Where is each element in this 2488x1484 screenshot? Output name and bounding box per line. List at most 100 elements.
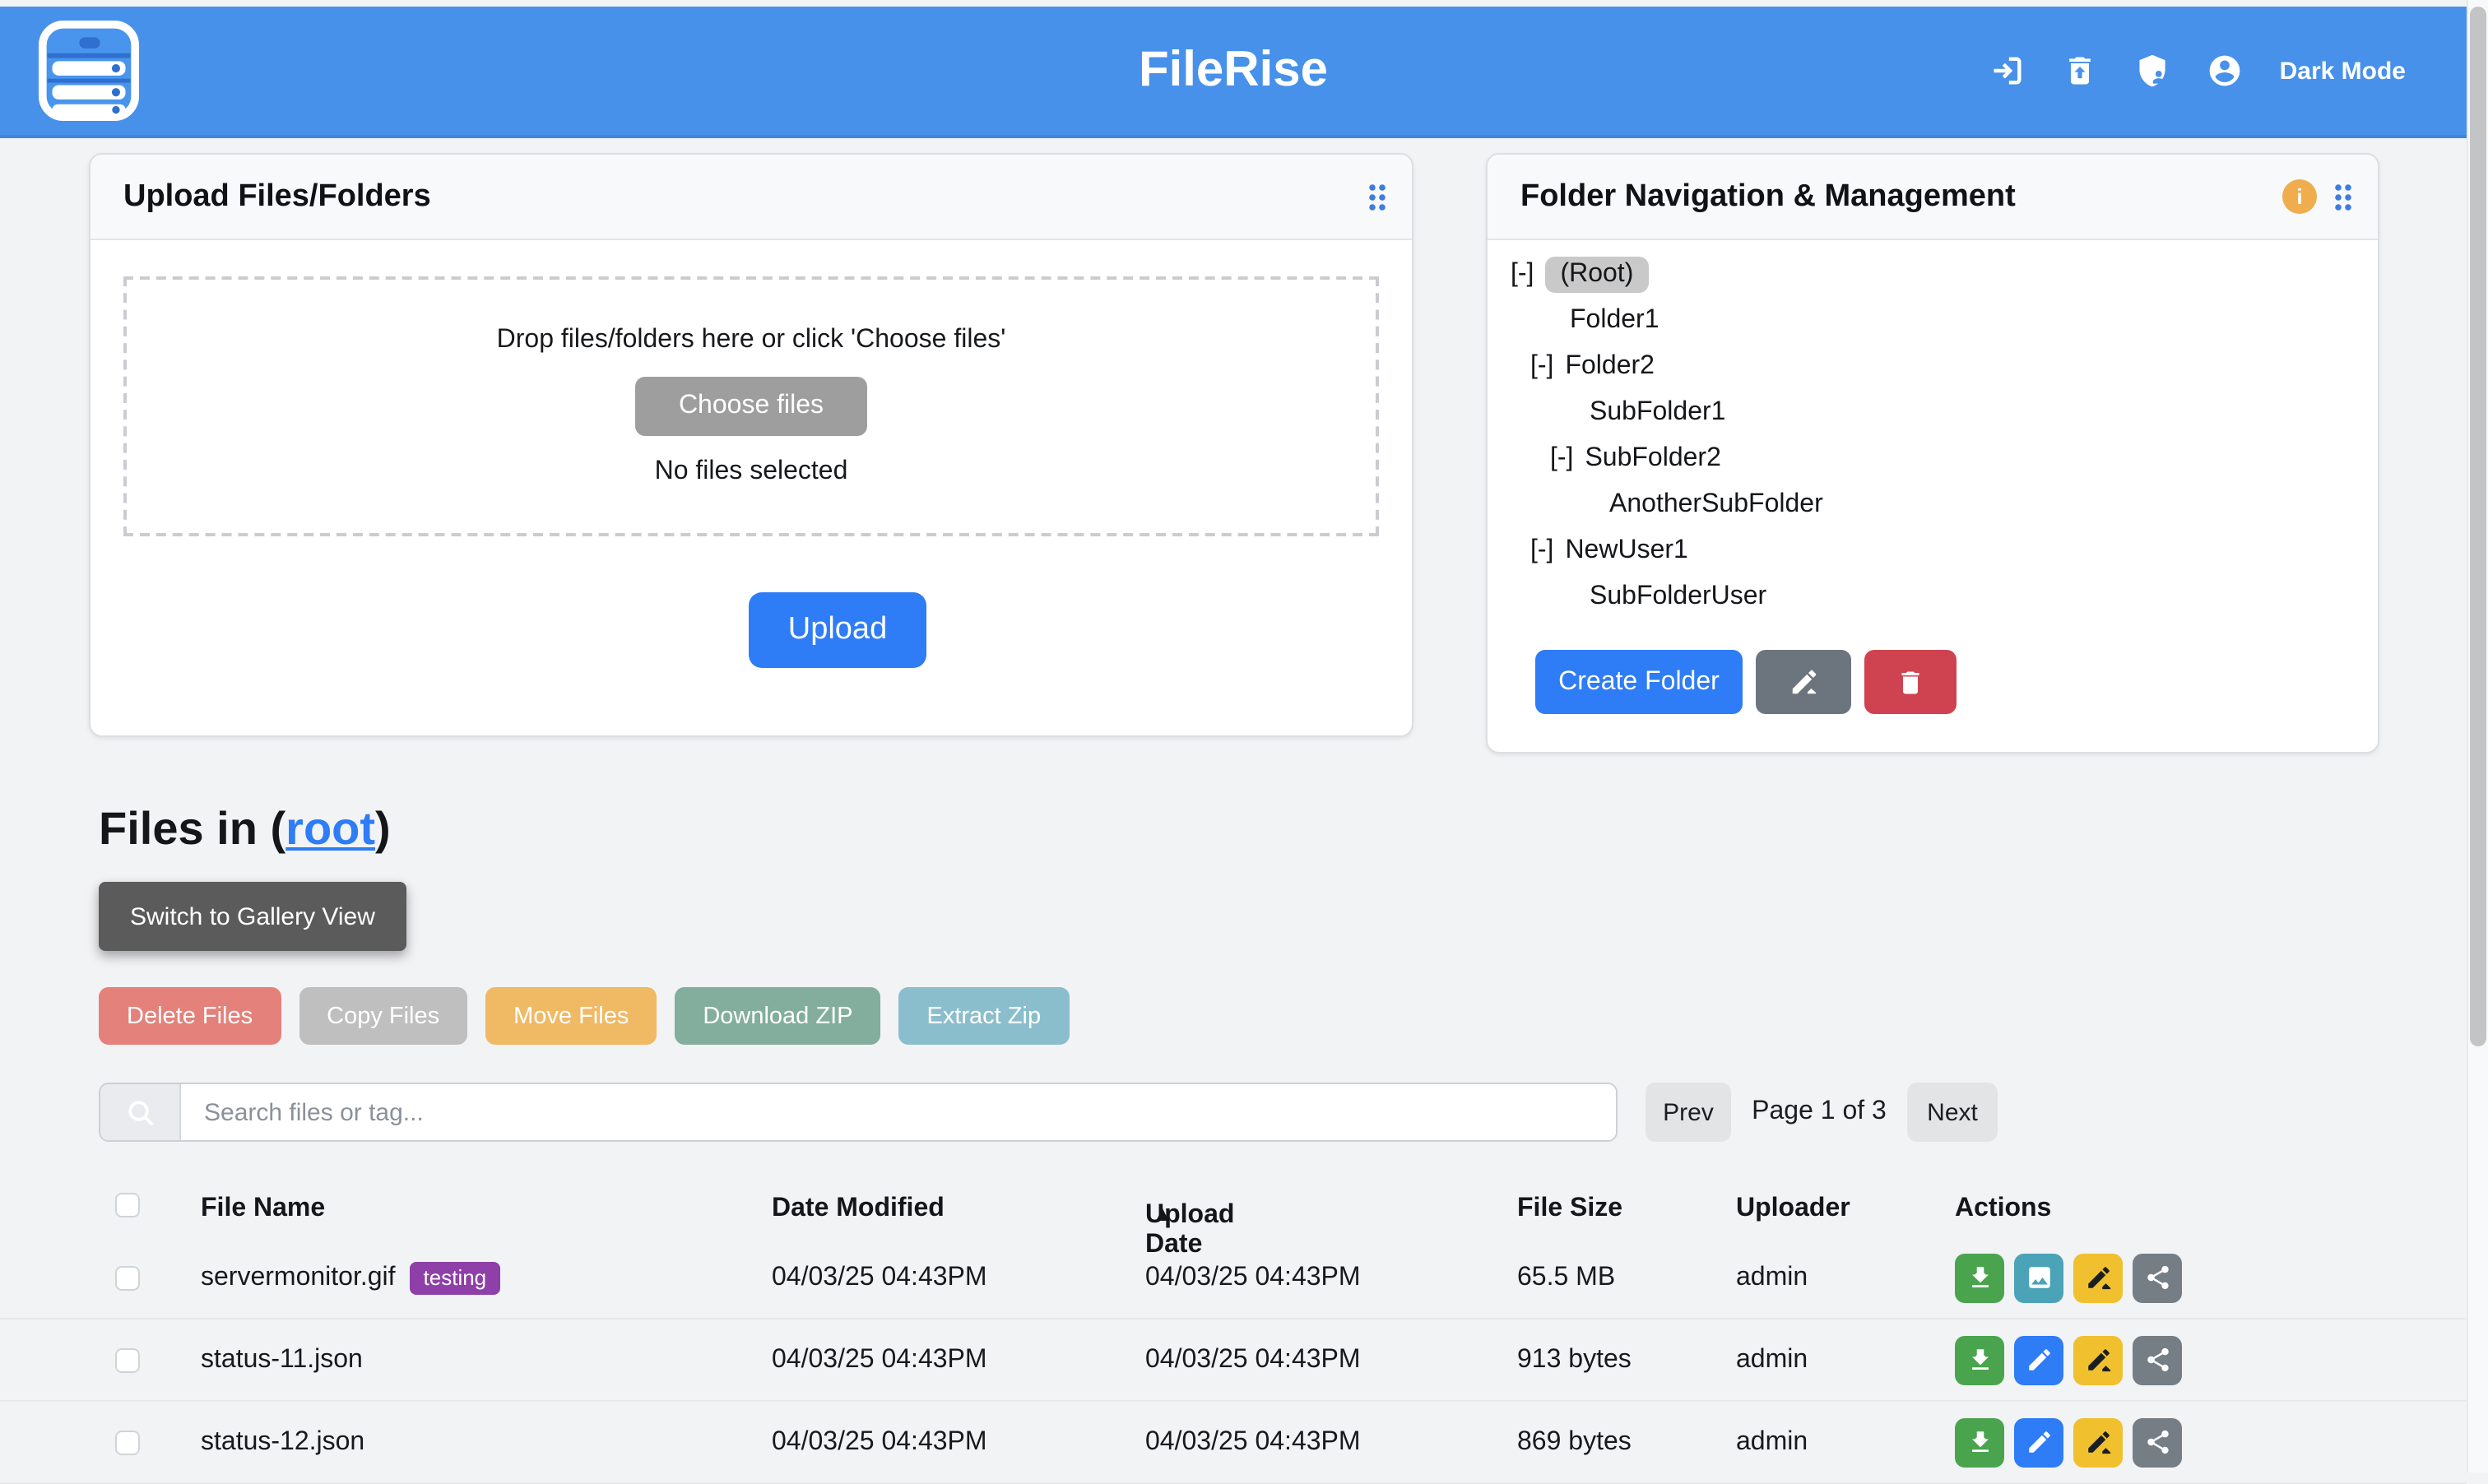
folder-tree-item[interactable]: Folder1: [1488, 298, 2378, 344]
drag-handle-icon[interactable]: [2332, 180, 2355, 213]
scrollbar-track[interactable]: [2467, 0, 2488, 1472]
choose-files-button[interactable]: Choose files: [636, 377, 866, 436]
rename-button[interactable]: [2073, 1335, 2123, 1384]
select-all-checkbox[interactable]: [115, 1193, 140, 1217]
folder-name[interactable]: SubFolderUser: [1590, 582, 1766, 612]
download-button[interactable]: [1955, 1417, 2004, 1467]
table-row: status-11.json04/03/25 04:43PM04/03/25 0…: [0, 1319, 2467, 1402]
extract-zip-button[interactable]: Extract Zip: [899, 987, 1070, 1045]
download-icon: [1966, 1264, 1994, 1292]
folder-name[interactable]: Folder2: [1565, 352, 1655, 382]
download-button[interactable]: [1955, 1335, 2004, 1384]
next-page-button[interactable]: Next: [1907, 1083, 1998, 1142]
file-name[interactable]: status-11.json: [201, 1345, 363, 1375]
table-header-row: File Name Date Modified Upload Date▲ Fil…: [0, 1188, 2467, 1237]
row-actions: [1955, 1335, 2182, 1384]
folder-tree-item[interactable]: [-] SubFolder2: [1488, 436, 2378, 482]
share-button[interactable]: [2133, 1335, 2182, 1384]
col-uploader[interactable]: Uploader: [1736, 1194, 1850, 1224]
tree-toggle[interactable]: [-]: [1530, 352, 1553, 382]
tree-toggle[interactable]: [-]: [1550, 444, 1573, 474]
share-icon: [2143, 1346, 2171, 1374]
prev-page-button[interactable]: Prev: [1646, 1083, 1731, 1142]
col-file-size[interactable]: File Size: [1517, 1194, 1622, 1224]
folder-name[interactable]: Folder1: [1570, 306, 1659, 336]
gallery-view-toggle-button[interactable]: Switch to Gallery View: [99, 882, 406, 951]
file-name[interactable]: servermonitor.gif: [201, 1263, 396, 1292]
upload-card: Upload Files/Folders Drop files/folders …: [89, 153, 1413, 737]
search-bar: [99, 1083, 1618, 1142]
folder-name[interactable]: NewUser1: [1565, 536, 1687, 566]
file-tag-badge: testing: [411, 1261, 500, 1294]
upload-date: 04/03/25 04:43PM: [1145, 1263, 1361, 1292]
col-file-name[interactable]: File Name: [201, 1194, 325, 1224]
col-actions: Actions: [1955, 1194, 2051, 1224]
folder-card-header: Folder Navigation & Management i: [1488, 155, 2378, 240]
row-actions: [1955, 1417, 2182, 1467]
rename-folder-button[interactable]: [1756, 650, 1851, 714]
file-name[interactable]: status-12.json: [201, 1427, 364, 1457]
folder-navigation-card: Folder Navigation & Management i [-] (Roo…: [1486, 153, 2379, 754]
uploader: admin: [1736, 1345, 1808, 1375]
folder-tree-item[interactable]: SubFolder1: [1488, 390, 2378, 436]
preview-button[interactable]: [2014, 1253, 2063, 1302]
share-icon: [2143, 1428, 2171, 1456]
uploader: admin: [1736, 1263, 1808, 1292]
folder-tree-item[interactable]: [-] NewUser1: [1488, 528, 2378, 574]
row-checkbox[interactable]: [115, 1430, 140, 1454]
rename-pen-icon: [2084, 1346, 2112, 1374]
row-checkbox[interactable]: [115, 1265, 140, 1290]
download-button[interactable]: [1955, 1253, 2004, 1302]
folder-tree-item[interactable]: SubFolderUser: [1488, 574, 2378, 620]
move-files-button[interactable]: Move Files: [485, 987, 657, 1045]
admin-shield-icon[interactable]: [2135, 53, 2171, 89]
rename-pen-icon: [2084, 1428, 2112, 1456]
search-input[interactable]: [181, 1084, 1616, 1140]
share-button[interactable]: [2133, 1253, 2182, 1302]
create-folder-button[interactable]: Create Folder: [1535, 650, 1743, 714]
share-button[interactable]: [2133, 1417, 2182, 1467]
no-files-selected-text: No files selected: [655, 457, 848, 487]
date-modified: 04/03/25 04:43PM: [772, 1345, 987, 1375]
rename-button[interactable]: [2073, 1417, 2123, 1467]
folder-tree-item[interactable]: [-] Folder2: [1488, 344, 2378, 390]
folder-tree-item[interactable]: [-] (Root): [1488, 252, 2378, 298]
folder-name[interactable]: AnotherSubFolder: [1609, 490, 1823, 520]
copy-files-button[interactable]: Copy Files: [299, 987, 467, 1045]
info-icon[interactable]: i: [2282, 179, 2317, 214]
account-circle-icon[interactable]: [2207, 53, 2244, 89]
app-header: FileRise Dark Mode: [0, 7, 2467, 138]
search-button[interactable]: [100, 1084, 181, 1140]
folder-name[interactable]: (Root): [1545, 257, 1648, 293]
rename-button[interactable]: [2073, 1253, 2123, 1302]
tree-toggle[interactable]: [-]: [1511, 260, 1534, 290]
edit-button[interactable]: [2014, 1335, 2063, 1384]
row-checkbox[interactable]: [115, 1347, 140, 1372]
edit-button[interactable]: [2014, 1417, 2063, 1467]
pen-icon: [1788, 666, 1819, 698]
restore-trash-icon[interactable]: [2063, 53, 2099, 89]
scrollbar-thumb[interactable]: [2470, 7, 2486, 1046]
folder-name[interactable]: SubFolder2: [1585, 444, 1720, 474]
files-heading: Files in (root): [99, 803, 391, 856]
upload-button[interactable]: Upload: [749, 592, 926, 668]
table-row: status-12.json04/03/25 04:43PM04/03/25 0…: [0, 1402, 2467, 1484]
file-drop-zone[interactable]: Drop files/folders here or click 'Choose…: [123, 276, 1379, 536]
delete-files-button[interactable]: Delete Files: [99, 987, 281, 1045]
folder-actions: Create Folder: [1535, 650, 1957, 714]
logout-icon[interactable]: [1990, 53, 2026, 89]
tree-toggle[interactable]: [-]: [1530, 536, 1553, 566]
folder-tree-item[interactable]: AnotherSubFolder: [1488, 482, 2378, 528]
folder-tree: [-] (Root) Folder1 [-] Folder2 SubFolder1 [-] S…: [1488, 252, 2378, 620]
date-modified: 04/03/25 04:43PM: [772, 1263, 987, 1292]
drag-handle-icon[interactable]: [1366, 180, 1389, 213]
dark-mode-toggle[interactable]: Dark Mode: [2280, 57, 2406, 85]
delete-folder-button[interactable]: [1864, 650, 1957, 714]
download-zip-button[interactable]: Download ZIP: [675, 987, 880, 1045]
upload-card-header: Upload Files/Folders: [91, 155, 1412, 240]
folder-card-title: Folder Navigation & Management: [1520, 179, 2282, 215]
current-folder-link[interactable]: root: [285, 803, 375, 854]
folder-name[interactable]: SubFolder1: [1590, 398, 1725, 428]
table-row: servermonitor.gif testing 04/03/25 04:43PM…: [0, 1237, 2467, 1319]
col-date-modified[interactable]: Date Modified: [772, 1194, 945, 1224]
